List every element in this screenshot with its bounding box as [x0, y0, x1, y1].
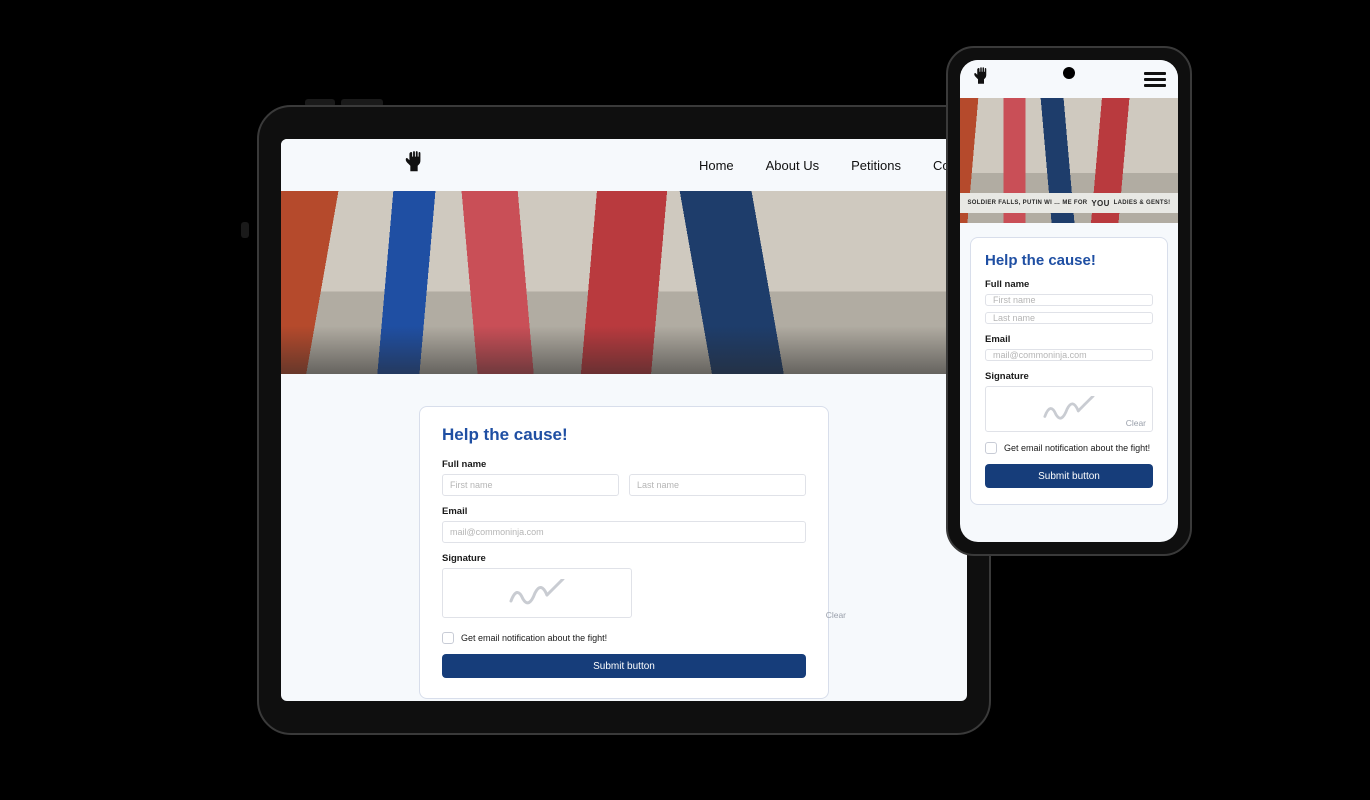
last-name-input[interactable] [985, 312, 1153, 324]
protest-banner-text: Soldier falls, Putin wi … me for YOU Lad… [960, 193, 1178, 213]
nav-home[interactable]: Home [699, 158, 734, 173]
email-input[interactable] [985, 349, 1153, 361]
signature-pad[interactable]: Clear [985, 386, 1153, 432]
signature-squiggle-icon [1041, 396, 1097, 422]
signature-pad[interactable] [442, 568, 632, 618]
first-name-input[interactable] [985, 294, 1153, 306]
phone-body: Soldier falls, Putin wi … me for YOU Lad… [946, 46, 1192, 556]
email-label: Email [985, 334, 1153, 345]
signature-clear-button[interactable]: Clear [1126, 418, 1146, 428]
first-name-input[interactable] [442, 474, 619, 496]
hamburger-menu-icon[interactable] [1144, 72, 1166, 87]
signature-clear-button[interactable]: Clear [826, 610, 846, 620]
form-title: Help the cause! [985, 252, 1153, 269]
tablet-device: Home About Us Petitions Contact Help the… [245, 105, 1003, 737]
nav-links: Home About Us Petitions Contact [699, 158, 955, 173]
nav-petitions[interactable]: Petitions [851, 158, 901, 173]
notify-checkbox-label: Get email notification about the fight! [461, 633, 607, 643]
phone-device: Soldier falls, Putin wi … me for YOU Lad… [946, 46, 1192, 556]
tablet-side-button [241, 222, 249, 238]
full-name-label: Full name [985, 279, 1153, 290]
fist-logo-icon [972, 67, 990, 92]
hero-image: Soldier falls, Putin wi … me for YOU Lad… [960, 98, 1178, 223]
submit-button[interactable]: Submit button [985, 464, 1153, 488]
phone-camera [1063, 67, 1075, 79]
tablet-body: Home About Us Petitions Contact Help the… [257, 105, 991, 735]
form-title: Help the cause! [442, 425, 806, 445]
email-input[interactable] [442, 521, 806, 543]
petition-form: Help the cause! Full name Email Signatur… [419, 406, 829, 699]
fist-logo-icon [403, 151, 425, 180]
phone-screen: Soldier falls, Putin wi … me for YOU Lad… [960, 60, 1178, 542]
signature-squiggle-icon [507, 579, 567, 607]
signature-label: Signature [985, 371, 1153, 382]
full-name-label: Full name [442, 459, 806, 470]
notify-checkbox[interactable] [442, 632, 454, 644]
notify-checkbox-label: Get email notification about the fight! [1004, 443, 1150, 453]
petition-form: Help the cause! Full name Email Signatur… [970, 237, 1168, 505]
signature-label: Signature [442, 553, 806, 564]
hero-image [281, 191, 967, 374]
header-nav: Home About Us Petitions Contact [281, 139, 967, 191]
mobile-header [960, 60, 1178, 98]
email-label: Email [442, 506, 806, 517]
nav-about-us[interactable]: About Us [766, 158, 819, 173]
submit-button[interactable]: Submit button [442, 654, 806, 678]
tablet-screen: Home About Us Petitions Contact Help the… [281, 139, 967, 701]
notify-checkbox[interactable] [985, 442, 997, 454]
last-name-input[interactable] [629, 474, 806, 496]
